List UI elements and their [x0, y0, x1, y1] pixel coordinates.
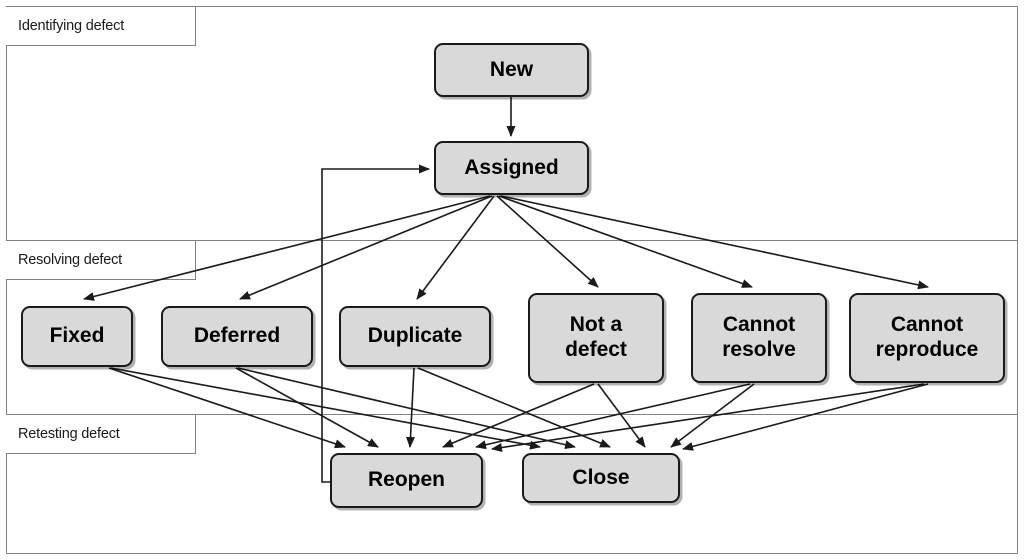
state-node-not-a-defect[interactable]: Not a defect — [528, 293, 664, 383]
state-node-label: Cannot reproduce — [875, 313, 979, 361]
state-node-new[interactable]: New — [434, 43, 589, 97]
swimlane-label-retesting: Retesting defect — [6, 414, 196, 454]
state-node-label: Duplicate — [367, 324, 463, 348]
state-node-fixed[interactable]: Fixed — [21, 306, 133, 367]
state-node-assigned[interactable]: Assigned — [434, 141, 589, 195]
state-node-label: Close — [572, 465, 630, 489]
state-node-label: Assigned — [464, 155, 559, 179]
state-node-cannot-reproduce[interactable]: Cannot reproduce — [849, 293, 1005, 383]
state-node-cannot-resolve[interactable]: Cannot resolve — [691, 293, 827, 383]
state-node-duplicate[interactable]: Duplicate — [339, 306, 491, 367]
swimlane-label-identifying: Identifying defect — [6, 6, 196, 46]
state-node-label: Fixed — [49, 324, 105, 348]
state-node-label: New — [489, 57, 534, 81]
state-node-label: Not a defect — [565, 313, 627, 361]
swimlane-label-resolving: Resolving defect — [6, 240, 196, 280]
diagram-canvas: Identifying defect Resolving defect Retest… — [0, 0, 1024, 560]
state-node-label: Reopen — [367, 468, 445, 492]
state-node-label: Deferred — [193, 324, 281, 348]
state-node-deferred[interactable]: Deferred — [161, 306, 313, 367]
state-node-reopen[interactable]: Reopen — [330, 453, 483, 508]
state-node-close[interactable]: Close — [522, 453, 680, 503]
state-node-label: Cannot resolve — [722, 313, 796, 361]
